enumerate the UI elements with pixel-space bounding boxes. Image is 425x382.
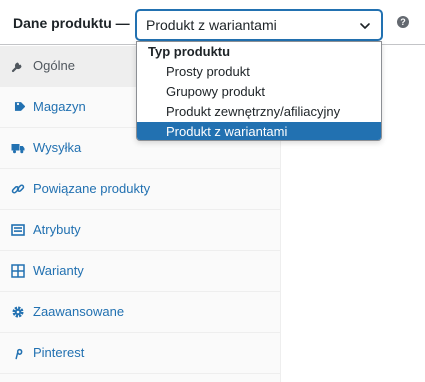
help-icon[interactable]: ? <box>397 16 409 28</box>
tab-label: Pinterest <box>33 345 85 360</box>
grid-icon <box>11 264 25 278</box>
tab-attributes[interactable]: Atrybuty <box>0 210 281 251</box>
product-data-header: Dane produktu — Produkt z wariantami ? <box>0 0 425 45</box>
option-label: Produkt z wariantami <box>166 124 288 139</box>
pinterest-icon <box>15 348 23 360</box>
link-icon <box>11 184 25 194</box>
option-label: Produkt zewnętrzny/afiliacyjny <box>166 104 341 119</box>
tab-label: Wysyłka <box>33 140 82 155</box>
option-grouped[interactable]: Grupowy produkt <box>137 82 381 102</box>
tab-label: Atrybuty <box>33 222 81 237</box>
product-type-dropdown: Typ produktu Prosty produkt Grupowy prod… <box>136 41 382 141</box>
tab-label: Powiązane produkty <box>33 181 151 196</box>
tab-pinterest[interactable]: Pinterest <box>0 333 281 374</box>
tag-icon <box>14 102 25 111</box>
tab-linked-products[interactable]: Powiązane produkty <box>0 169 281 210</box>
option-label: Prosty produkt <box>166 64 250 79</box>
product-type-selected-value: Produkt z wariantami <box>146 17 277 33</box>
list-card-icon <box>11 224 25 236</box>
tab-variations[interactable]: Warianty <box>0 251 281 292</box>
option-external[interactable]: Produkt zewnętrzny/afiliacyjny <box>137 102 381 122</box>
option-group-label: Typ produktu <box>148 44 231 59</box>
option-simple[interactable]: Prosty produkt <box>137 62 381 82</box>
tab-label: Magazyn <box>33 99 86 114</box>
option-variable[interactable]: Produkt z wariantami <box>137 122 381 140</box>
panel-title: Dane produktu — <box>13 15 130 31</box>
chevron-down-icon <box>360 23 370 29</box>
gear-icon <box>12 306 24 318</box>
tab-label: Warianty <box>33 263 84 278</box>
option-label: Grupowy produkt <box>166 84 265 99</box>
tab-label: Ogólne <box>33 58 75 73</box>
tab-advanced[interactable]: Zaawansowane <box>0 292 281 333</box>
wrench-icon <box>11 62 22 73</box>
tab-label: Zaawansowane <box>33 304 125 319</box>
truck-icon <box>11 144 25 154</box>
product-type-select[interactable]: Produkt z wariantami <box>136 10 382 40</box>
